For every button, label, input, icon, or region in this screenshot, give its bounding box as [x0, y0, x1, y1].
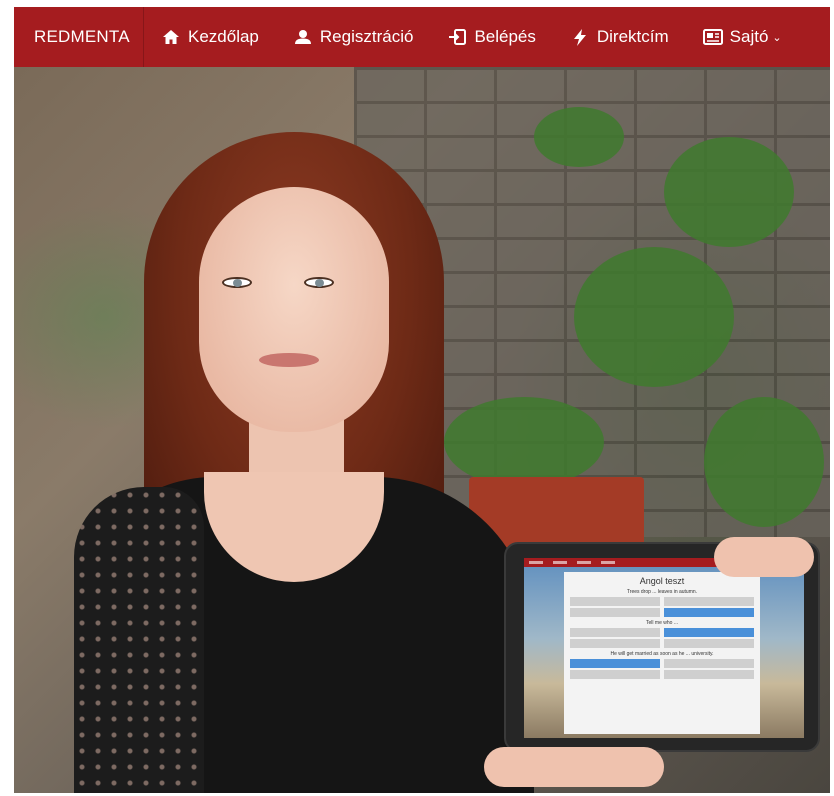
- person-hand: [714, 537, 814, 577]
- newspaper-icon: [702, 28, 723, 46]
- hero-image: Angol teszt Trees drop ... leaves in aut…: [14, 67, 830, 793]
- quiz-question: He will get married as soon as he ... un…: [610, 651, 714, 657]
- nav-item-label: Kezdőlap: [188, 27, 259, 46]
- quiz-options: [570, 659, 754, 679]
- quiz-question: Trees drop ... leaves in autumn.: [626, 589, 698, 595]
- plant-leaves: [444, 397, 604, 487]
- nav-item-regisztracio[interactable]: Regisztráció: [276, 7, 431, 67]
- user-icon: [293, 28, 313, 46]
- bolt-icon: [570, 28, 590, 46]
- nav-item-direktcim[interactable]: Direktcím: [553, 7, 686, 67]
- home-icon: [161, 28, 181, 46]
- quiz-option: [664, 659, 754, 668]
- quiz-option: [570, 597, 660, 606]
- quiz-option: [664, 670, 754, 679]
- person-lips: [259, 353, 319, 367]
- plant-leaves: [664, 137, 794, 247]
- quiz-option: [664, 597, 754, 606]
- nav-item-label: Regisztráció: [319, 27, 414, 46]
- quiz-title: Angol teszt: [639, 576, 685, 586]
- nav-item-label: Belépés: [474, 27, 536, 46]
- plant-leaves: [704, 397, 824, 527]
- quiz-options: [570, 597, 754, 617]
- quiz-options: [570, 628, 754, 648]
- tablet-screen: Angol teszt Trees drop ... leaves in aut…: [524, 558, 804, 738]
- page-frame: REDMENTA Kezdőlap Regisztráció Belépés D…: [14, 7, 830, 793]
- nav-item-label: Sajtó: [729, 27, 769, 46]
- nav-item-sajto[interactable]: Sajtó ⌄: [686, 7, 799, 67]
- plant-leaves: [534, 107, 624, 167]
- quiz-option: [664, 639, 754, 648]
- quiz-option-selected: [664, 628, 754, 637]
- sign-in-icon: [447, 28, 467, 46]
- quiz-panel: Angol teszt Trees drop ... leaves in aut…: [564, 572, 760, 734]
- quiz-option-selected: [570, 659, 660, 668]
- person-eye-left: [222, 277, 252, 288]
- brand-logo[interactable]: REDMENTA: [14, 7, 144, 67]
- person-eye-right: [304, 277, 334, 288]
- nav-item-belepes[interactable]: Belépés: [430, 7, 552, 67]
- quiz-option: [570, 628, 660, 637]
- chevron-down-icon: ⌄: [772, 31, 782, 44]
- person-face: [199, 187, 389, 432]
- quiz-option-selected: [664, 608, 754, 617]
- top-navbar: REDMENTA Kezdőlap Regisztráció Belépés D…: [14, 7, 830, 67]
- quiz-option: [570, 639, 660, 648]
- nav-item-kezdolap[interactable]: Kezdőlap: [144, 7, 276, 67]
- plant-leaves: [574, 247, 734, 387]
- nav-item-label: Direktcím: [596, 27, 669, 46]
- person-hand: [484, 747, 664, 787]
- quiz-option: [570, 670, 660, 679]
- quiz-option: [570, 608, 660, 617]
- quiz-question: Tell me who ...: [646, 620, 678, 626]
- lace-sleeve: [74, 487, 204, 793]
